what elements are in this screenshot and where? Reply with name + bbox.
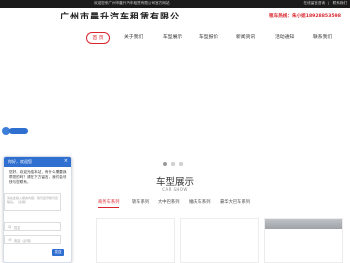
brand-logo[interactable]: 广州市晨升汽车租赁有限公司 [60,10,180,19]
phone-placeholder: 电话（必填） [14,239,34,243]
name-field[interactable]: ☺ 姓名 [4,222,61,231]
slider-dots [161,151,185,170]
tab-luxury-bus[interactable]: 豪华大巴车系列 [220,199,250,207]
top-separator: | [328,1,330,5]
nav-news[interactable]: 新闻资讯 [236,32,255,44]
nav-about[interactable]: 关于我们 [124,32,143,44]
close-icon[interactable]: × [64,158,68,164]
online-service-float[interactable] [2,127,28,135]
slider-dot[interactable] [171,162,175,166]
car-photo [265,219,342,229]
nav-events[interactable]: 活动通知 [275,32,294,44]
nav-car-show[interactable]: 车型展示 [163,32,182,44]
send-button[interactable]: 发送 [52,249,64,256]
car-card[interactable] [264,218,343,263]
chat-title: 你好，欢迎您 [8,159,32,164]
welcome-text: 欢迎您来广州市晨升汽车租赁有限公司官方网站 [94,1,170,5]
top-links: 在线留言咨询 | 联系我们 [302,1,347,6]
nav-contact[interactable]: 联系我们 [313,32,332,44]
user-icon: ☺ [8,225,12,229]
top-bar: 欢迎您来广州市晨升汽车租赁有限公司官方网站 在线留言咨询 | 联系我们 [0,0,350,8]
tab-business-car[interactable]: 商务车系列 [98,199,120,208]
name-placeholder: 姓名 [14,226,21,230]
car-card[interactable] [96,218,175,263]
nav-car-price[interactable]: 车型报价 [199,32,218,44]
phone-field[interactable]: ☏ 电话（必填） [4,235,61,244]
phone-icon: ☏ [8,238,12,242]
slider-dot[interactable] [179,162,183,166]
tab-bus[interactable]: 大中巴系列 [158,199,179,207]
online-message-link[interactable]: 在线留言咨询 [304,1,326,5]
company-name: 广州市晨升汽车租赁有限公司 [60,13,180,19]
contact-us-link[interactable]: 联系我们 [333,1,347,5]
car-card[interactable] [180,218,259,263]
message-placeholder: 请在此输入留言内容，我们会尽快与您联系。（必填） [7,196,59,204]
message-textarea[interactable]: 请在此输入留言内容，我们会尽快与您联系。（必填） [4,193,61,211]
chat-header: 你好，欢迎您 × [4,157,71,167]
hotline-text: 租车热线：朱小姐18928853598 [269,14,341,19]
nav-home[interactable]: 首 页 [86,32,110,44]
tab-wedding[interactable]: 婚庆车系列 [189,199,210,207]
chat-message: 您好，欢迎光临本站，有什么需要我帮您的吗？请在下方留言，我们会尽快与您联系。 [9,170,67,184]
slider-dot[interactable] [163,162,167,166]
service-badge [9,128,28,134]
tab-sedan[interactable]: 轿车系列 [132,199,149,207]
